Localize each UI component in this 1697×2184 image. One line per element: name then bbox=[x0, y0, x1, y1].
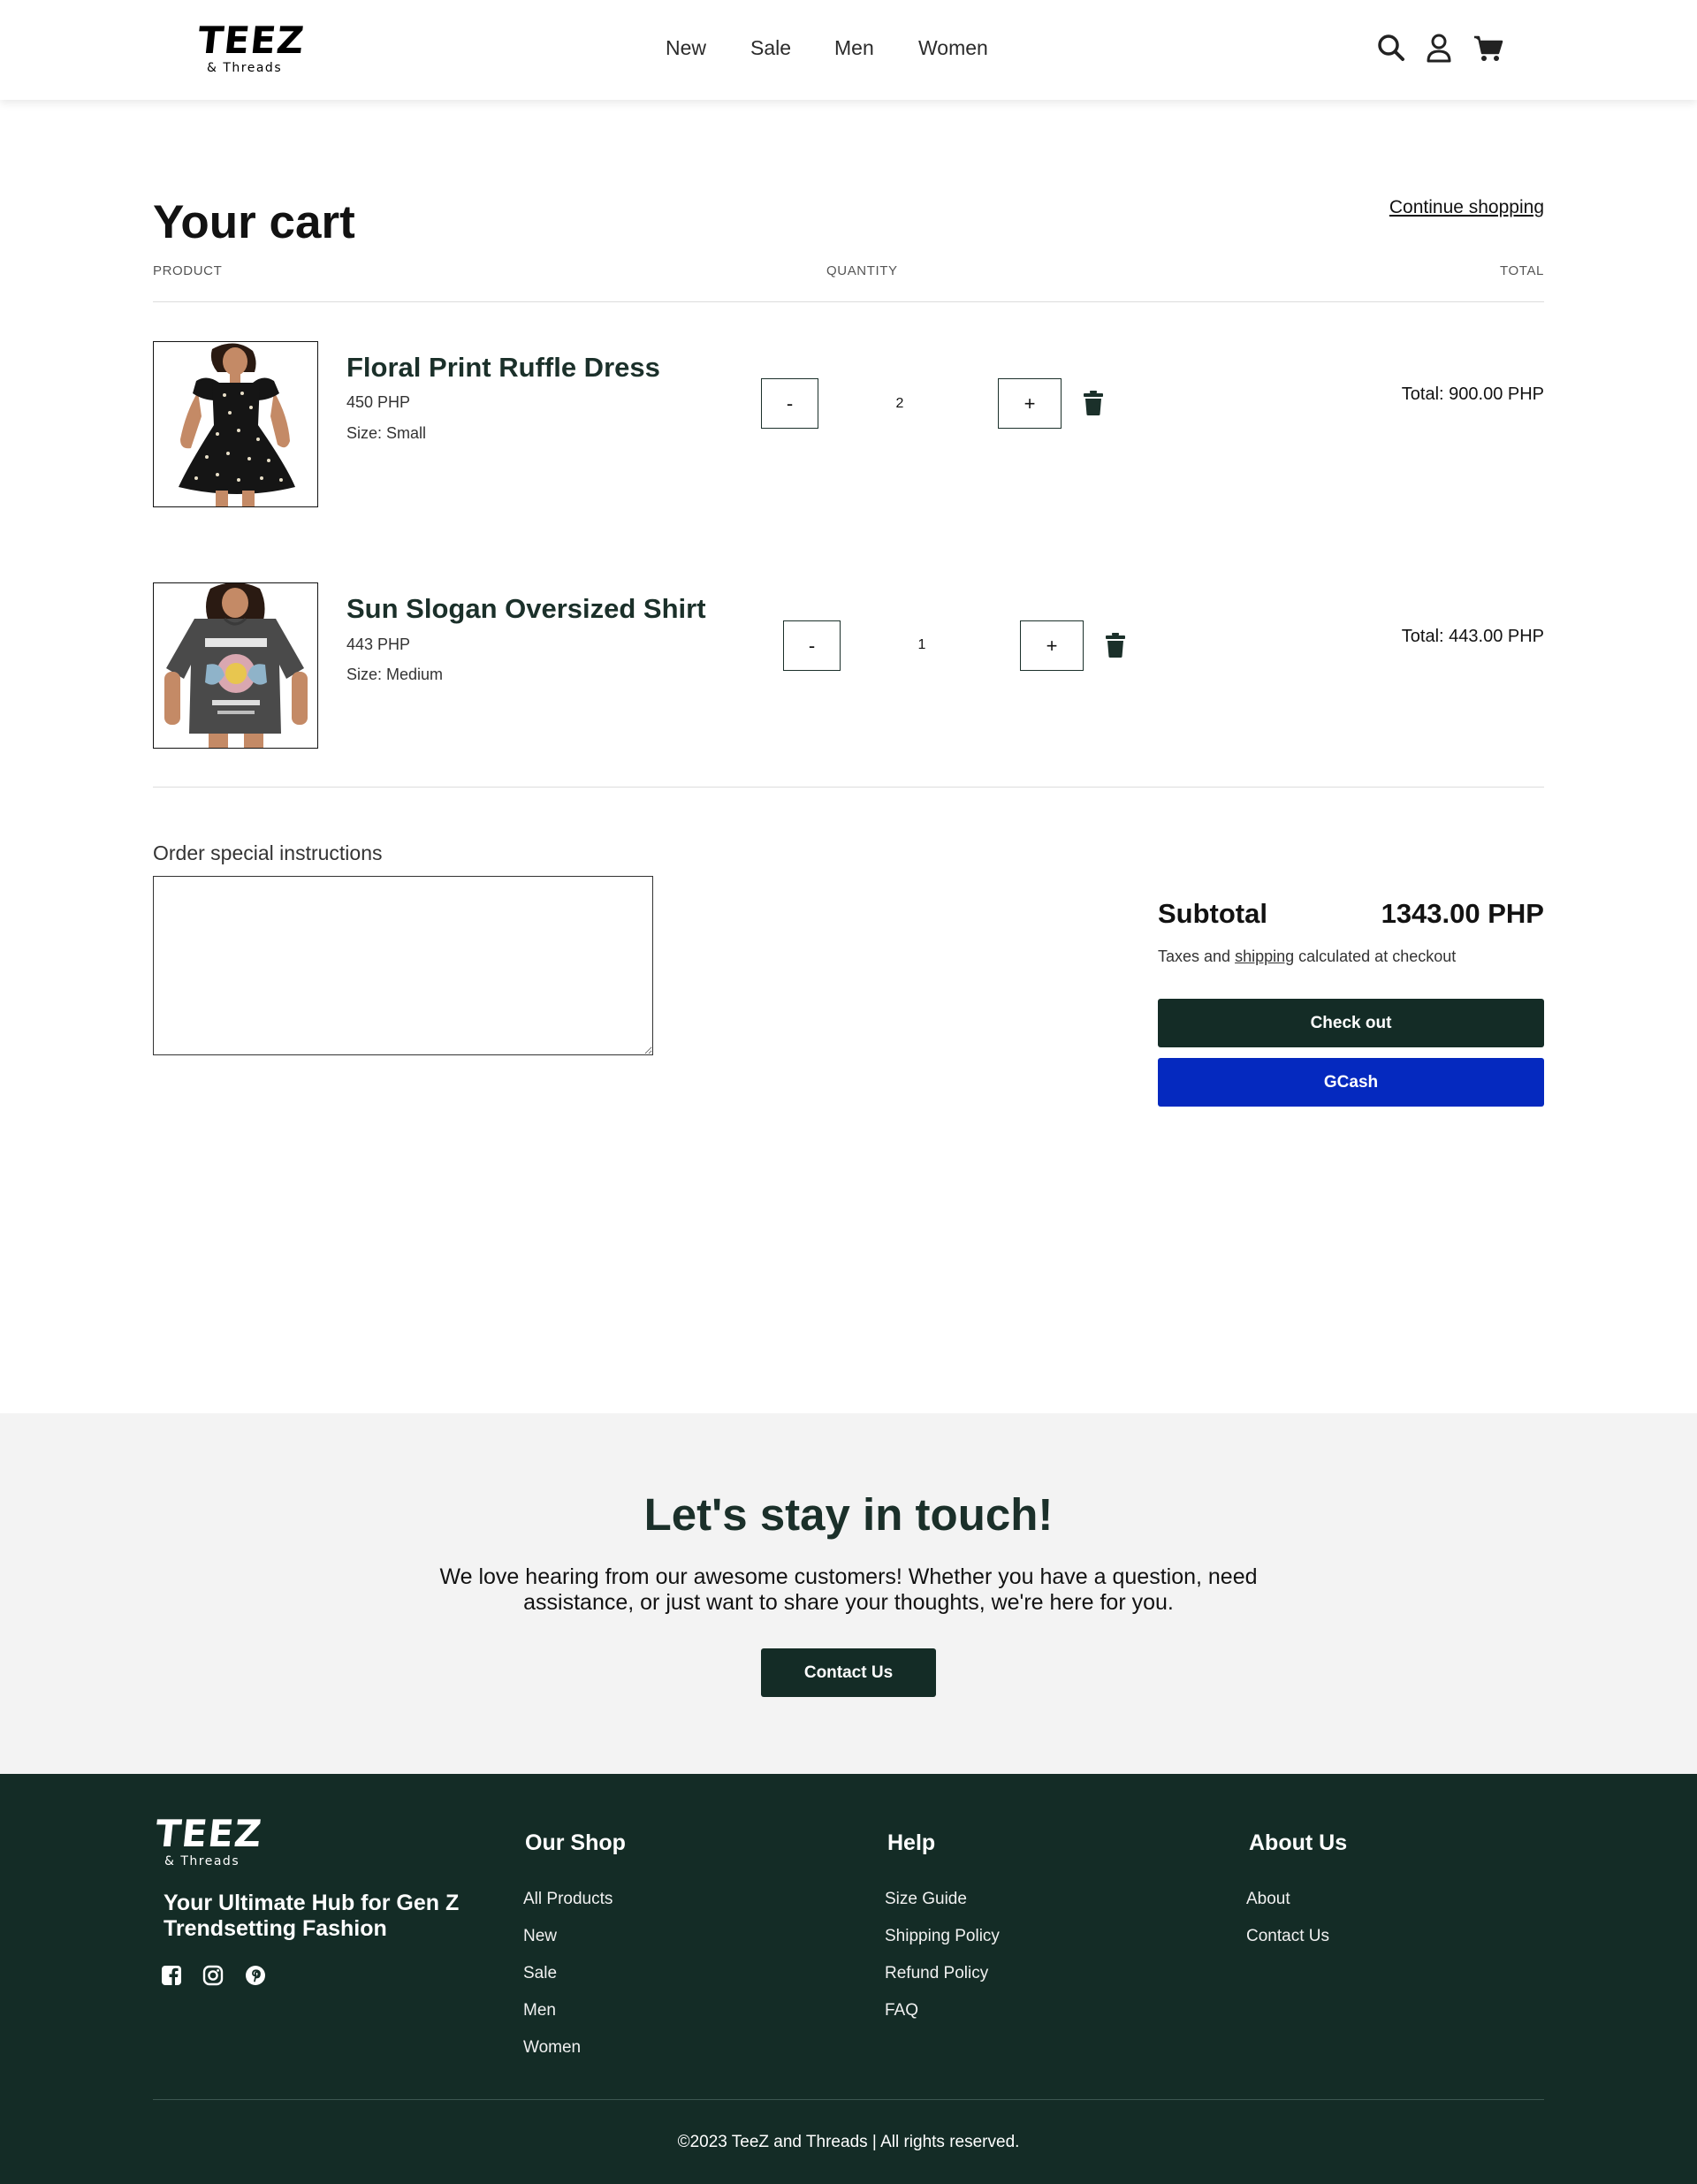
nav-link-sale[interactable]: Sale bbox=[750, 35, 791, 60]
subtotal-value: 1343.00 PHP bbox=[1381, 898, 1544, 929]
shipping-link[interactable]: shipping bbox=[1235, 947, 1294, 965]
account-icon[interactable] bbox=[1424, 32, 1454, 64]
quantity-increase-button[interactable]: + bbox=[1020, 620, 1084, 671]
copyright-text: ©2023 TeeZ and Threads | All rights rese… bbox=[677, 2133, 1020, 2151]
product-size: Size: Small bbox=[346, 424, 427, 442]
product-name[interactable]: Floral Print Ruffle Dress bbox=[346, 352, 660, 384]
pinterest-icon[interactable] bbox=[245, 1965, 266, 1986]
line-item-total: Total: 900.00 PHP bbox=[1401, 384, 1544, 404]
nav-link-men[interactable]: Men bbox=[834, 35, 874, 60]
product-size: Size: Medium bbox=[346, 666, 444, 683]
product-name[interactable]: Sun Slogan Oversized Shirt bbox=[346, 593, 706, 625]
footer-heading-about: About Us bbox=[1249, 1830, 1348, 1855]
footer-link-about[interactable]: About bbox=[1246, 1881, 1329, 1918]
site-footer: TEEZ & Threads Your Ultimate Hub for Gen… bbox=[0, 1774, 1697, 2184]
footer-link-size-guide[interactable]: Size Guide bbox=[885, 1881, 1000, 1918]
quantity-value[interactable]: 1 bbox=[895, 636, 948, 654]
footer-divider bbox=[153, 2099, 1544, 2100]
footer-link-all-products[interactable]: All Products bbox=[523, 1881, 613, 1918]
contact-us-button[interactable]: Contact Us bbox=[761, 1648, 936, 1697]
nav-link-women[interactable]: Women bbox=[918, 35, 988, 60]
footer-logo[interactable]: TEEZ & Threads bbox=[153, 1812, 264, 1868]
logo-wordmark: TEEZ bbox=[153, 1812, 265, 1855]
order-instructions-textarea[interactable] bbox=[153, 876, 653, 1055]
contact-text: We love hearing from our awesome custome… bbox=[439, 1564, 1258, 1615]
quantity-decrease-button[interactable]: - bbox=[783, 620, 841, 671]
search-icon[interactable] bbox=[1376, 32, 1406, 64]
trash-icon[interactable] bbox=[1084, 391, 1103, 415]
column-header-quantity: QUANTITY bbox=[826, 263, 898, 278]
footer-link-new[interactable]: New bbox=[523, 1918, 613, 1955]
contact-title: Let's stay in touch! bbox=[643, 1489, 1054, 1540]
line-item-total: Total: 443.00 PHP bbox=[1401, 627, 1544, 646]
subtotal-label: Subtotal bbox=[1158, 898, 1267, 929]
footer-link-women[interactable]: Women bbox=[523, 2029, 613, 2066]
product-image-dress[interactable] bbox=[153, 341, 318, 507]
instagram-icon[interactable] bbox=[202, 1965, 224, 1986]
column-header-product: PRODUCT bbox=[153, 263, 223, 278]
facebook-icon[interactable] bbox=[161, 1965, 182, 1986]
trash-icon[interactable] bbox=[1106, 633, 1125, 658]
cart-header-divider bbox=[153, 301, 1544, 302]
logo-subtitle: & Threads bbox=[164, 1854, 240, 1868]
footer-about-links: About Contact Us bbox=[1246, 1881, 1329, 1955]
footer-tagline: Your Ultimate Hub for Gen Z Trendsetting… bbox=[164, 1891, 460, 1941]
product-price: 450 PHP bbox=[346, 393, 411, 411]
tax-note-prefix: Taxes and bbox=[1158, 947, 1236, 965]
footer-link-refund-policy[interactable]: Refund Policy bbox=[885, 1955, 1000, 1992]
footer-help-links: Size Guide Shipping Policy Refund Policy… bbox=[885, 1881, 1000, 2029]
gcash-button[interactable]: GCash bbox=[1158, 1058, 1544, 1107]
footer-link-faq[interactable]: FAQ bbox=[885, 1992, 1000, 2029]
checkout-button[interactable]: Check out bbox=[1158, 999, 1544, 1047]
continue-shopping-link[interactable]: Continue shopping bbox=[1389, 196, 1544, 219]
quantity-decrease-button[interactable]: - bbox=[761, 378, 818, 429]
column-header-total: TOTAL bbox=[1500, 263, 1544, 278]
footer-link-shipping-policy[interactable]: Shipping Policy bbox=[885, 1918, 1000, 1955]
product-price: 443 PHP bbox=[346, 635, 411, 653]
quantity-increase-button[interactable]: + bbox=[998, 378, 1062, 429]
footer-heading-help: Help bbox=[887, 1830, 936, 1855]
site-header: TEEZ & Threads New Sale Men Women bbox=[0, 0, 1697, 100]
footer-link-men[interactable]: Men bbox=[523, 1992, 613, 2029]
page-title: Your cart bbox=[153, 196, 355, 248]
product-image-shirt[interactable] bbox=[153, 582, 318, 749]
nav-link-new[interactable]: New bbox=[666, 35, 706, 60]
footer-link-sale[interactable]: Sale bbox=[523, 1955, 613, 1992]
footer-heading-shop: Our Shop bbox=[525, 1830, 626, 1855]
tax-note: Taxes and shipping calculated at checkou… bbox=[1158, 947, 1456, 966]
order-instructions-label: Order special instructions bbox=[153, 841, 383, 864]
footer-shop-links: All Products New Sale Men Women bbox=[523, 1881, 613, 2066]
cart-icon[interactable] bbox=[1473, 32, 1503, 64]
cart-items-divider bbox=[153, 787, 1544, 788]
footer-link-contact-us[interactable]: Contact Us bbox=[1246, 1918, 1329, 1955]
quantity-value[interactable]: 2 bbox=[873, 395, 926, 413]
tax-note-suffix: calculated at checkout bbox=[1294, 947, 1457, 965]
